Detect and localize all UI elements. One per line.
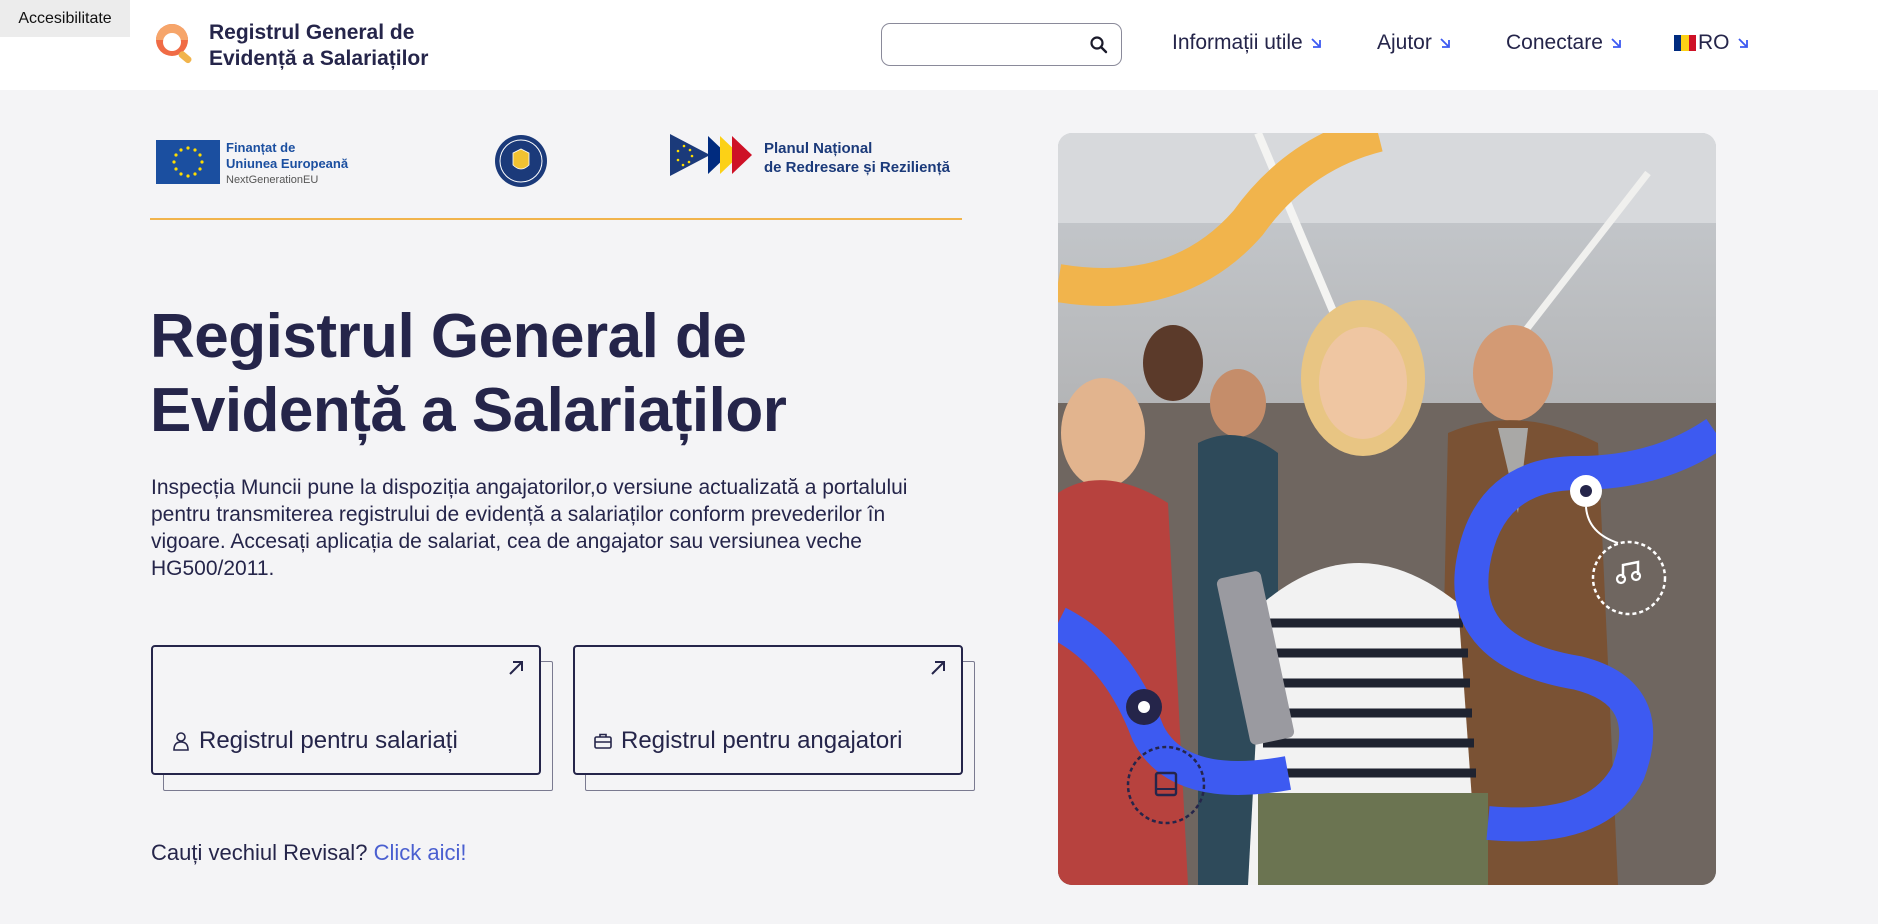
briefcase-icon <box>594 733 612 749</box>
old-revisal-text: Cauți vechiul Revisal? <box>151 840 368 865</box>
eu-line3: NextGenerationEU <box>226 174 319 186</box>
eu-line2: Uniunea Europeană <box>226 156 349 171</box>
hero-image <box>1058 133 1716 885</box>
site-title-line2: Evidență a Salariaților <box>209 47 429 70</box>
hero-illustration <box>1058 133 1716 885</box>
nav-language-label: RO <box>1698 31 1730 54</box>
employee-registry-label: Registrul pentru salariați <box>171 727 458 755</box>
employee-registry-button[interactable]: Registrul pentru salariați <box>151 645 541 775</box>
old-revisal-link[interactable]: Click aici! <box>374 840 467 865</box>
nav-informatii-utile[interactable]: Informații utile <box>1172 31 1323 55</box>
government-seal-icon <box>495 135 547 187</box>
pnrr-line1: Planul Național <box>764 140 873 157</box>
accessibility-button[interactable]: Accesibilitate <box>0 0 130 37</box>
nav-conectare-label: Conectare <box>1506 31 1603 54</box>
arrow-up-right-icon <box>509 661 523 675</box>
page-title-line1: Registrul General de <box>150 302 747 371</box>
pnrr-line2: de Redresare și Reziliență <box>764 159 950 176</box>
old-revisal-prompt: Cauți vechiul Revisal? Click aici! <box>151 840 466 866</box>
nav-ajutor-label: Ajutor <box>1377 31 1432 54</box>
arrow-down-right-icon <box>1737 38 1748 48</box>
employer-registry-card-wrap: Registrul pentru angajatori <box>573 645 975 791</box>
eu-funding-text: Finanțat de Uniunea Europeană NextGenera… <box>226 140 348 188</box>
pnrr-text: Planul Național de Redresare și Rezilien… <box>764 139 950 177</box>
site-title-line1: Registrul General de <box>209 21 415 44</box>
employer-registry-button[interactable]: Registrul pentru angajatori <box>573 645 963 775</box>
arrow-down-right-icon <box>1611 38 1621 48</box>
search-input[interactable] <box>892 30 1082 60</box>
eu-line1: Finanțat de <box>226 140 296 155</box>
arrow-down-right-icon <box>1311 38 1321 48</box>
search-icon[interactable] <box>1089 35 1109 55</box>
user-icon <box>173 732 189 751</box>
nav-conectare[interactable]: Conectare <box>1506 31 1623 55</box>
nav-ajutor[interactable]: Ajutor <box>1377 31 1452 55</box>
search-box <box>881 23 1122 66</box>
page-title: Registrul General de Evidență a Salariaț… <box>150 300 910 448</box>
nav-language[interactable]: RO <box>1674 31 1750 55</box>
eu-flag-icon <box>156 140 220 184</box>
page-title-line2: Evidență a Salariaților <box>150 376 787 445</box>
employer-registry-label: Registrul pentru angajatori <box>593 727 903 755</box>
site-header: Registrul General de Evidență a Salariaț… <box>0 0 1878 90</box>
arrow-down-right-icon <box>1440 38 1450 48</box>
employer-registry-text: Registrul pentru angajatori <box>621 727 903 754</box>
employee-registry-card-wrap: Registrul pentru salariați <box>151 645 553 791</box>
arrow-up-right-icon <box>931 661 945 675</box>
funding-logos: Finanțat de Uniunea Europeană NextGenera… <box>150 130 962 220</box>
romania-flag-icon <box>1674 35 1696 51</box>
employee-registry-text: Registrul pentru salariați <box>199 727 458 754</box>
site-title[interactable]: Registrul General de Evidență a Salariaț… <box>209 20 469 72</box>
intro-text: Inspecția Muncii pune la dispoziția anga… <box>151 476 908 580</box>
nav-informatii-utile-label: Informații utile <box>1172 31 1303 54</box>
pnrr-logo-icon <box>670 134 752 176</box>
site-logo-icon[interactable] <box>150 18 200 68</box>
